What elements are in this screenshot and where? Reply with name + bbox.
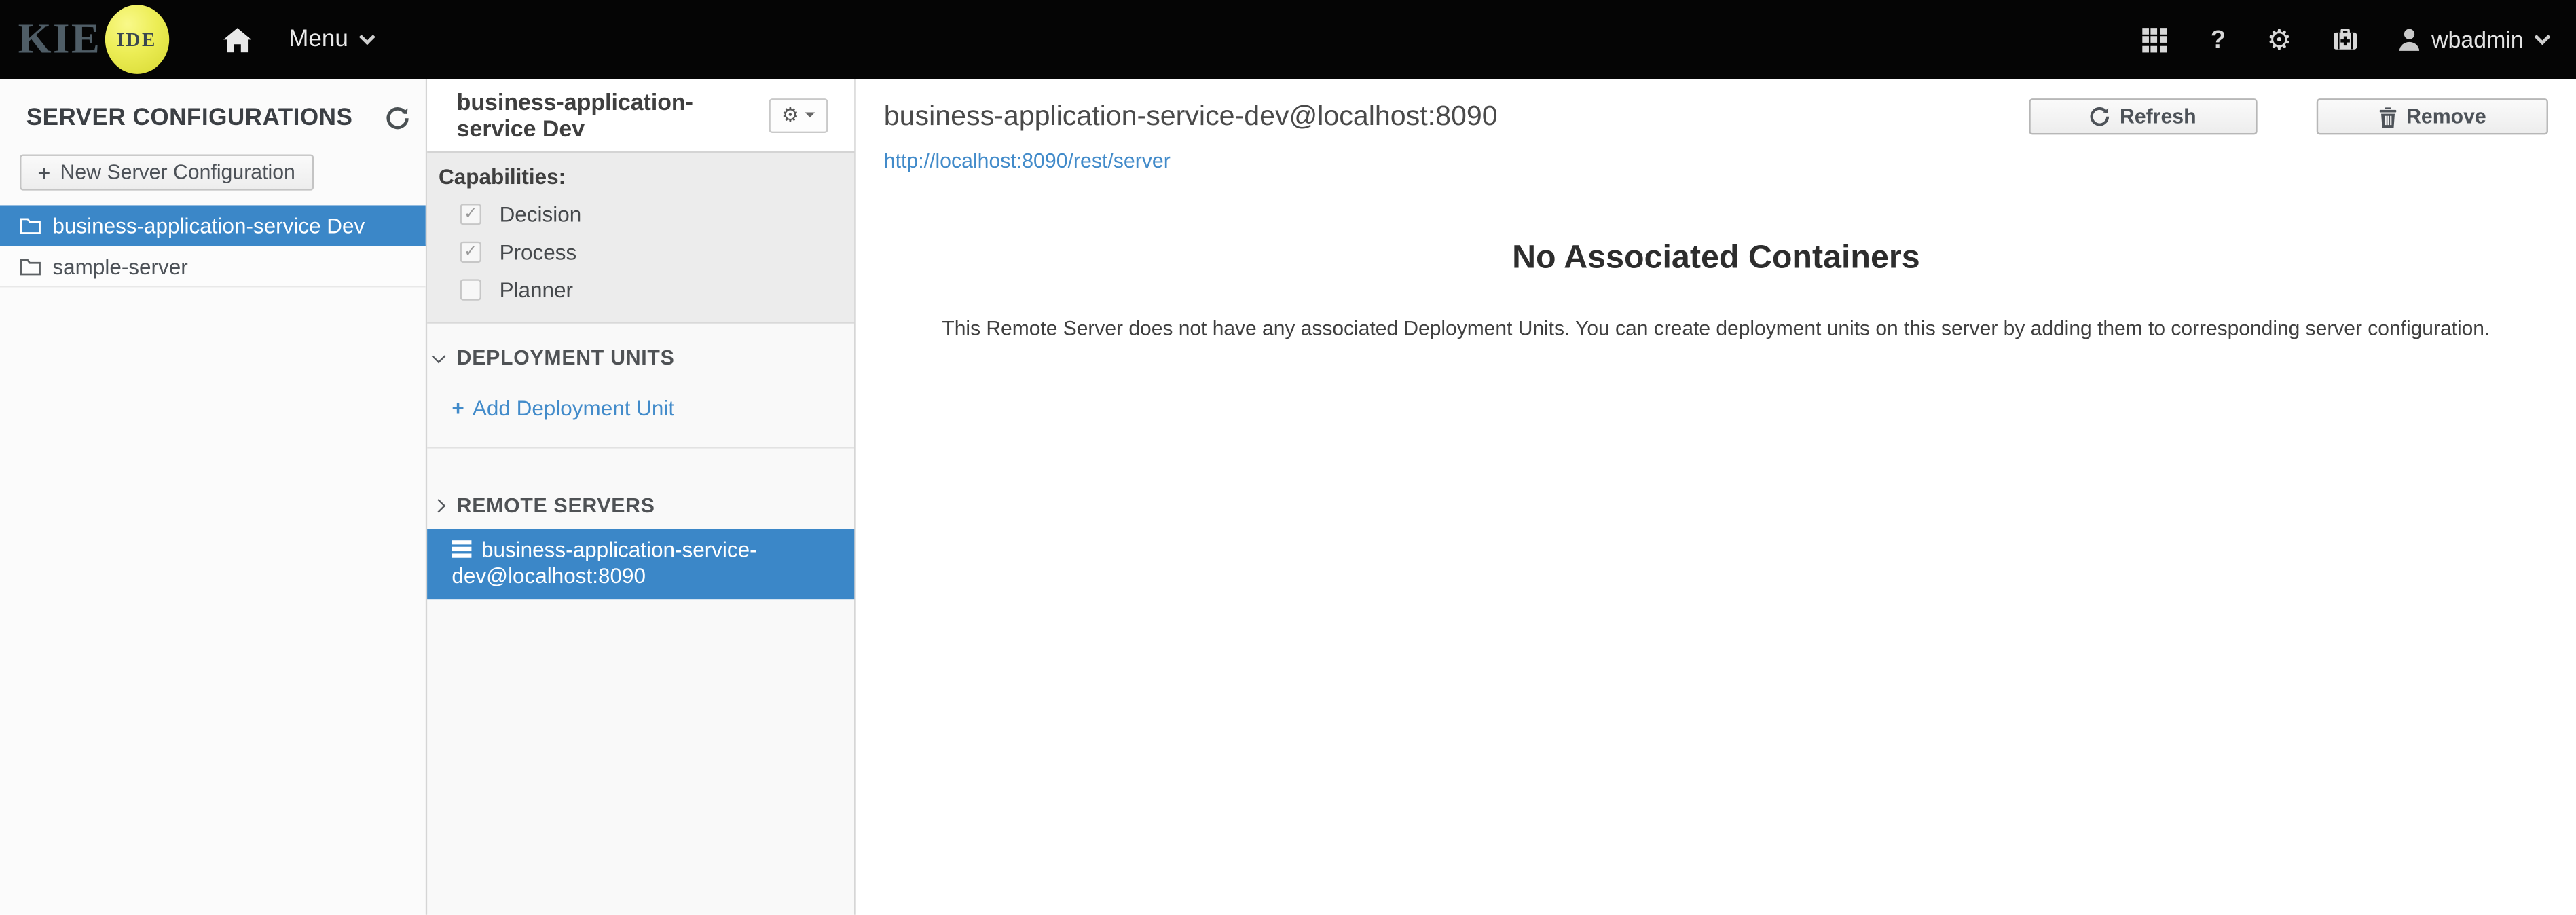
gear-icon: ⚙ [781,103,799,127]
server-config-detail-panel: business-application-service Dev ⚙ Capab… [425,79,856,915]
chevron-right-icon [431,499,446,513]
add-deployment-unit-label: Add Deployment Unit [472,396,675,421]
decision-checkbox[interactable]: ✓ [460,204,481,225]
kie-logo-text: KIE [18,14,102,62]
medkit-icon[interactable] [2333,28,2357,51]
user-menu[interactable]: wbadmin [2399,26,2551,53]
remote-server-label: business-application-service-dev@localho… [452,537,757,589]
capability-label: Decision [499,202,582,227]
empty-state-message: This Remote Server does not have any ass… [942,317,2490,340]
empty-state-title: No Associated Containers [1512,240,1920,276]
server-config-item-sample-server[interactable]: sample-server [0,246,426,288]
capabilities-section: Capabilities: ✓ Decision ✓ Process ✓ Pla… [427,153,855,324]
process-checkbox[interactable]: ✓ [460,241,481,263]
capability-label: Process [499,240,577,265]
server-config-label: sample-server [52,253,188,279]
top-navbar: KIE IDE Menu ? ⚙ wbadmin [0,0,2576,79]
refresh-button[interactable]: Refresh [2029,98,2258,135]
chevron-down-icon [358,28,375,45]
refresh-icon [2091,107,2110,126]
server-config-label: business-application-service Dev [52,212,365,238]
remote-servers-title: REMOTE SERVERS [456,494,655,518]
menu-label: Menu [289,26,348,53]
ide-logo-badge: IDE [105,5,169,74]
topbar-right-icons: ? ⚙ wbadmin [2141,26,2551,54]
capability-label: Planner [499,277,574,303]
trash-icon [2379,107,2396,128]
new-server-configuration-label: New Server Configuration [60,161,295,185]
folder-icon [20,258,41,275]
config-detail-title: business-application-service Dev [456,88,693,142]
help-icon[interactable]: ? [2211,26,2226,54]
folder-icon [20,217,41,234]
remote-server-url-link[interactable]: http://localhost:8090/rest/server [884,149,1171,172]
remote-server-detail-panel: business-application-service-dev@localho… [855,79,2576,915]
user-icon [2399,29,2420,51]
server-config-item-business-application-service-dev[interactable]: business-application-service Dev [0,205,426,246]
ide-badge-text: IDE [116,26,157,50]
menu-dropdown[interactable]: Menu [289,26,375,53]
kie-workbench-app: KIE IDE Menu ? ⚙ wbadmin SERVER CONFIGUR… [0,0,2576,915]
planner-checkbox[interactable]: ✓ [460,279,481,301]
refresh-configurations-icon[interactable] [386,107,409,130]
add-deployment-unit-link[interactable]: + Add Deployment Unit [452,396,854,420]
new-server-configuration-button[interactable]: + New Server Configuration [20,154,314,191]
remove-button[interactable]: Remove [2316,98,2548,135]
plus-icon: + [37,160,51,185]
server-icon [452,540,472,559]
capability-row-planner: ✓ Planner [460,278,855,302]
server-action-buttons: Refresh Remove [2029,98,2548,135]
username-label: wbadmin [2431,26,2524,53]
home-icon[interactable] [223,27,251,52]
server-configurations-title: SERVER CONFIGURATIONS [26,105,353,132]
deployment-units-title: DEPLOYMENT UNITS [456,346,675,370]
config-detail-header: business-application-service Dev ⚙ [427,79,855,153]
chevron-down-icon [431,348,446,363]
deployment-units-section-header[interactable]: DEPLOYMENT UNITS [427,346,854,370]
remote-server-item[interactable]: business-application-service-dev@localho… [427,529,855,600]
section-divider [427,447,855,449]
settings-gear-icon[interactable]: ⚙ [2267,26,2292,54]
plus-icon: + [452,396,464,421]
no-containers-empty-state: No Associated Containers This Remote Ser… [856,240,2576,340]
apps-grid-icon[interactable] [2141,26,2167,52]
remote-servers-section-header[interactable]: REMOTE SERVERS [427,494,854,517]
kie-ide-logo[interactable]: KIE IDE [18,5,169,74]
config-settings-dropdown-button[interactable]: ⚙ [769,97,828,132]
chevron-down-icon [2534,28,2551,45]
capability-row-decision: ✓ Decision [460,202,855,227]
capabilities-label: Capabilities: [439,164,566,189]
capability-row-process: ✓ Process [460,240,855,265]
server-configuration-list: business-application-service Dev sample-… [0,205,426,288]
caret-down-icon [805,112,816,118]
remove-label: Remove [2406,105,2486,128]
refresh-label: Refresh [2119,105,2196,128]
server-configurations-panel: SERVER CONFIGURATIONS + New Server Confi… [0,79,426,915]
